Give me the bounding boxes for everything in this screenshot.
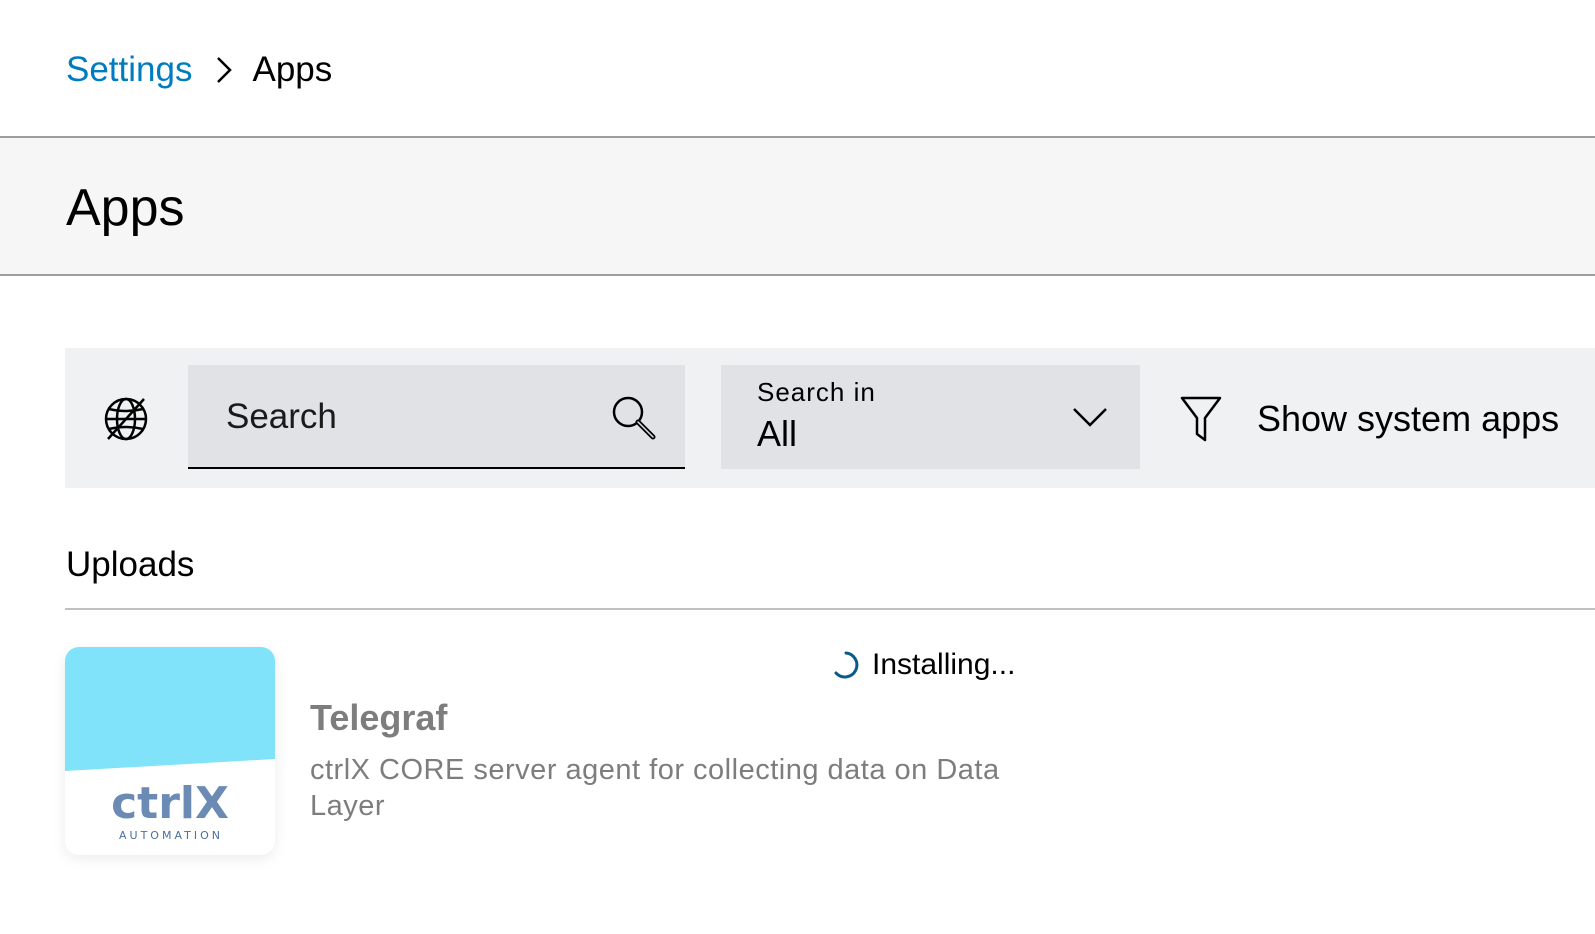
search-in-select[interactable]: Search in All [721, 365, 1140, 469]
app-name[interactable]: Telegraf [310, 696, 447, 740]
search-field [188, 365, 685, 469]
page-title: Apps [66, 179, 185, 237]
search-icon[interactable] [609, 393, 659, 443]
chevron-right-icon [217, 57, 233, 83]
apps-toolbar: Search in All Show system apps [65, 348, 1595, 488]
app-tile-telegraf[interactable]: ctrlX AUTOMATION [65, 647, 275, 855]
logo-tagline: AUTOMATION [119, 829, 223, 842]
spinner-icon [834, 651, 859, 679]
divider [65, 608, 1595, 610]
page-header: Apps [0, 136, 1595, 276]
ctrlx-logo: ctrlX AUTOMATION [65, 647, 275, 855]
breadcrumb-settings-link[interactable]: Settings [66, 50, 192, 90]
search-input[interactable] [224, 391, 608, 443]
install-status-text: Installing... [872, 648, 1016, 681]
app-description: ctrlX CORE server agent for collecting d… [310, 754, 1000, 822]
globe-off-button[interactable] [99, 392, 153, 446]
globe-off-icon [104, 397, 148, 441]
show-system-apps-label: Show system apps [1257, 398, 1560, 439]
search-in-value: All [757, 413, 798, 454]
breadcrumb: Settings Apps [66, 44, 332, 96]
chevron-down-icon [1073, 408, 1107, 427]
uploads-heading: Uploads [66, 545, 195, 584]
install-status: Installing... [830, 645, 1015, 685]
breadcrumb-current: Apps [252, 50, 333, 89]
show-system-apps-toggle[interactable]: Show system apps [1179, 392, 1559, 446]
filter-icon [1180, 396, 1222, 442]
logo-wordmark: ctrlX [111, 778, 229, 829]
search-in-label: Search in [757, 377, 876, 407]
